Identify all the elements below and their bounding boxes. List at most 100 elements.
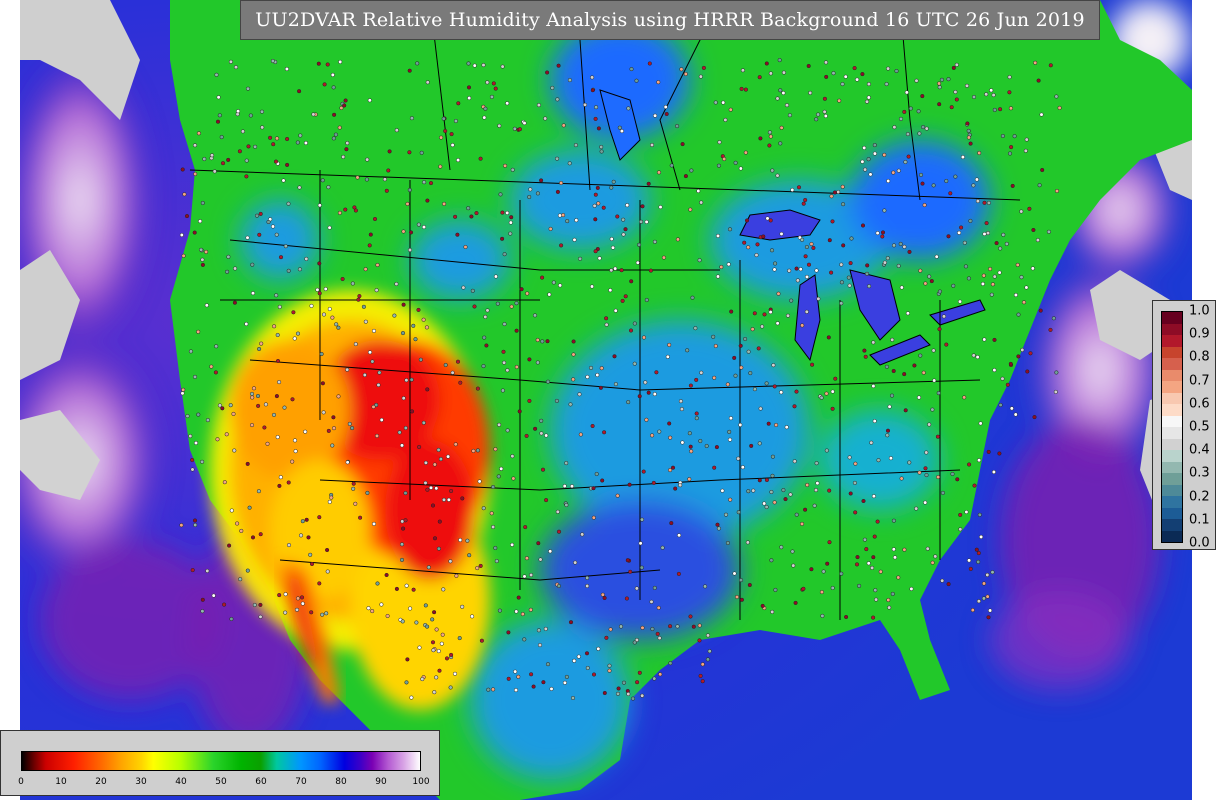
station-marker [357,294,362,299]
station-marker [303,140,308,146]
station-marker [481,364,486,369]
station-marker [317,203,322,208]
station-marker [327,225,332,230]
station-marker [854,562,860,567]
station-marker [397,430,402,435]
station-marker [466,85,472,90]
station-marker [743,336,748,342]
station-marker [799,521,805,526]
station-marker [331,415,336,420]
station-marker [875,231,880,236]
station-marker [493,447,498,452]
station-marker [827,540,832,545]
station-marker [924,126,929,131]
station-marker [595,185,600,190]
station-marker [931,183,936,188]
station-marker [937,81,942,86]
station-marker [472,304,477,309]
station-marker [499,466,504,471]
station-marker [450,143,455,148]
station-marker [829,270,834,275]
station-marker [628,569,633,574]
station-marker [333,132,338,137]
station-marker [667,342,672,347]
station-marker [936,391,941,396]
station-marker [948,191,953,196]
station-marker [593,217,598,222]
station-marker [768,71,773,76]
station-marker [545,662,551,667]
ratio-tick-label: 0.1 [1189,512,1210,528]
station-marker [905,132,910,137]
station-marker [516,595,521,600]
station-marker [434,486,439,491]
station-marker [924,450,929,455]
station-marker [792,404,797,409]
station-marker [971,183,976,188]
station-marker [573,143,578,148]
station-marker [408,606,413,611]
station-marker [964,509,969,515]
station-marker [864,547,869,552]
rh-tick-label: 70 [295,777,307,787]
station-marker [222,602,227,607]
station-marker [896,168,901,173]
station-marker [635,260,640,265]
station-marker [902,372,907,377]
station-marker [556,583,561,589]
station-marker [356,297,361,302]
station-marker [423,603,428,608]
station-marker [491,81,496,86]
station-marker [720,488,725,493]
station-marker [452,671,458,676]
station-marker [649,142,655,148]
station-marker [643,380,648,385]
station-marker [198,219,203,224]
station-marker [303,429,308,434]
station-marker [350,281,355,286]
station-marker [358,515,363,520]
station-marker [561,123,566,128]
station-marker [181,387,186,392]
station-marker [555,509,560,514]
station-marker [652,392,657,397]
station-marker [554,398,559,403]
station-marker [446,497,451,502]
station-marker [179,523,184,528]
station-marker [937,327,942,332]
station-marker [277,483,282,488]
station-marker [300,601,305,606]
station-marker [286,543,292,548]
station-marker [253,144,258,149]
station-marker [765,216,770,221]
station-marker [937,289,942,294]
station-marker [863,354,868,359]
station-marker [779,390,784,395]
station-marker [331,426,337,431]
station-marker [650,626,655,632]
station-marker [634,78,639,83]
station-marker [400,331,406,336]
station-marker [1007,90,1012,95]
station-marker [474,211,479,216]
station-marker [657,636,662,641]
station-marker [979,534,984,539]
station-marker [403,425,408,431]
station-marker [193,440,199,446]
station-marker [458,380,463,385]
station-marker [509,215,514,220]
station-marker [625,558,630,563]
station-marker [638,541,643,546]
station-marker [715,522,720,527]
station-marker [336,325,341,330]
station-marker [559,180,564,186]
station-marker [320,381,325,386]
station-marker [422,180,427,185]
station-marker [923,500,928,505]
station-marker [816,112,821,117]
station-marker [200,200,205,206]
station-marker [886,597,891,603]
station-marker [824,74,829,79]
station-marker [866,82,871,87]
station-marker [621,680,627,685]
